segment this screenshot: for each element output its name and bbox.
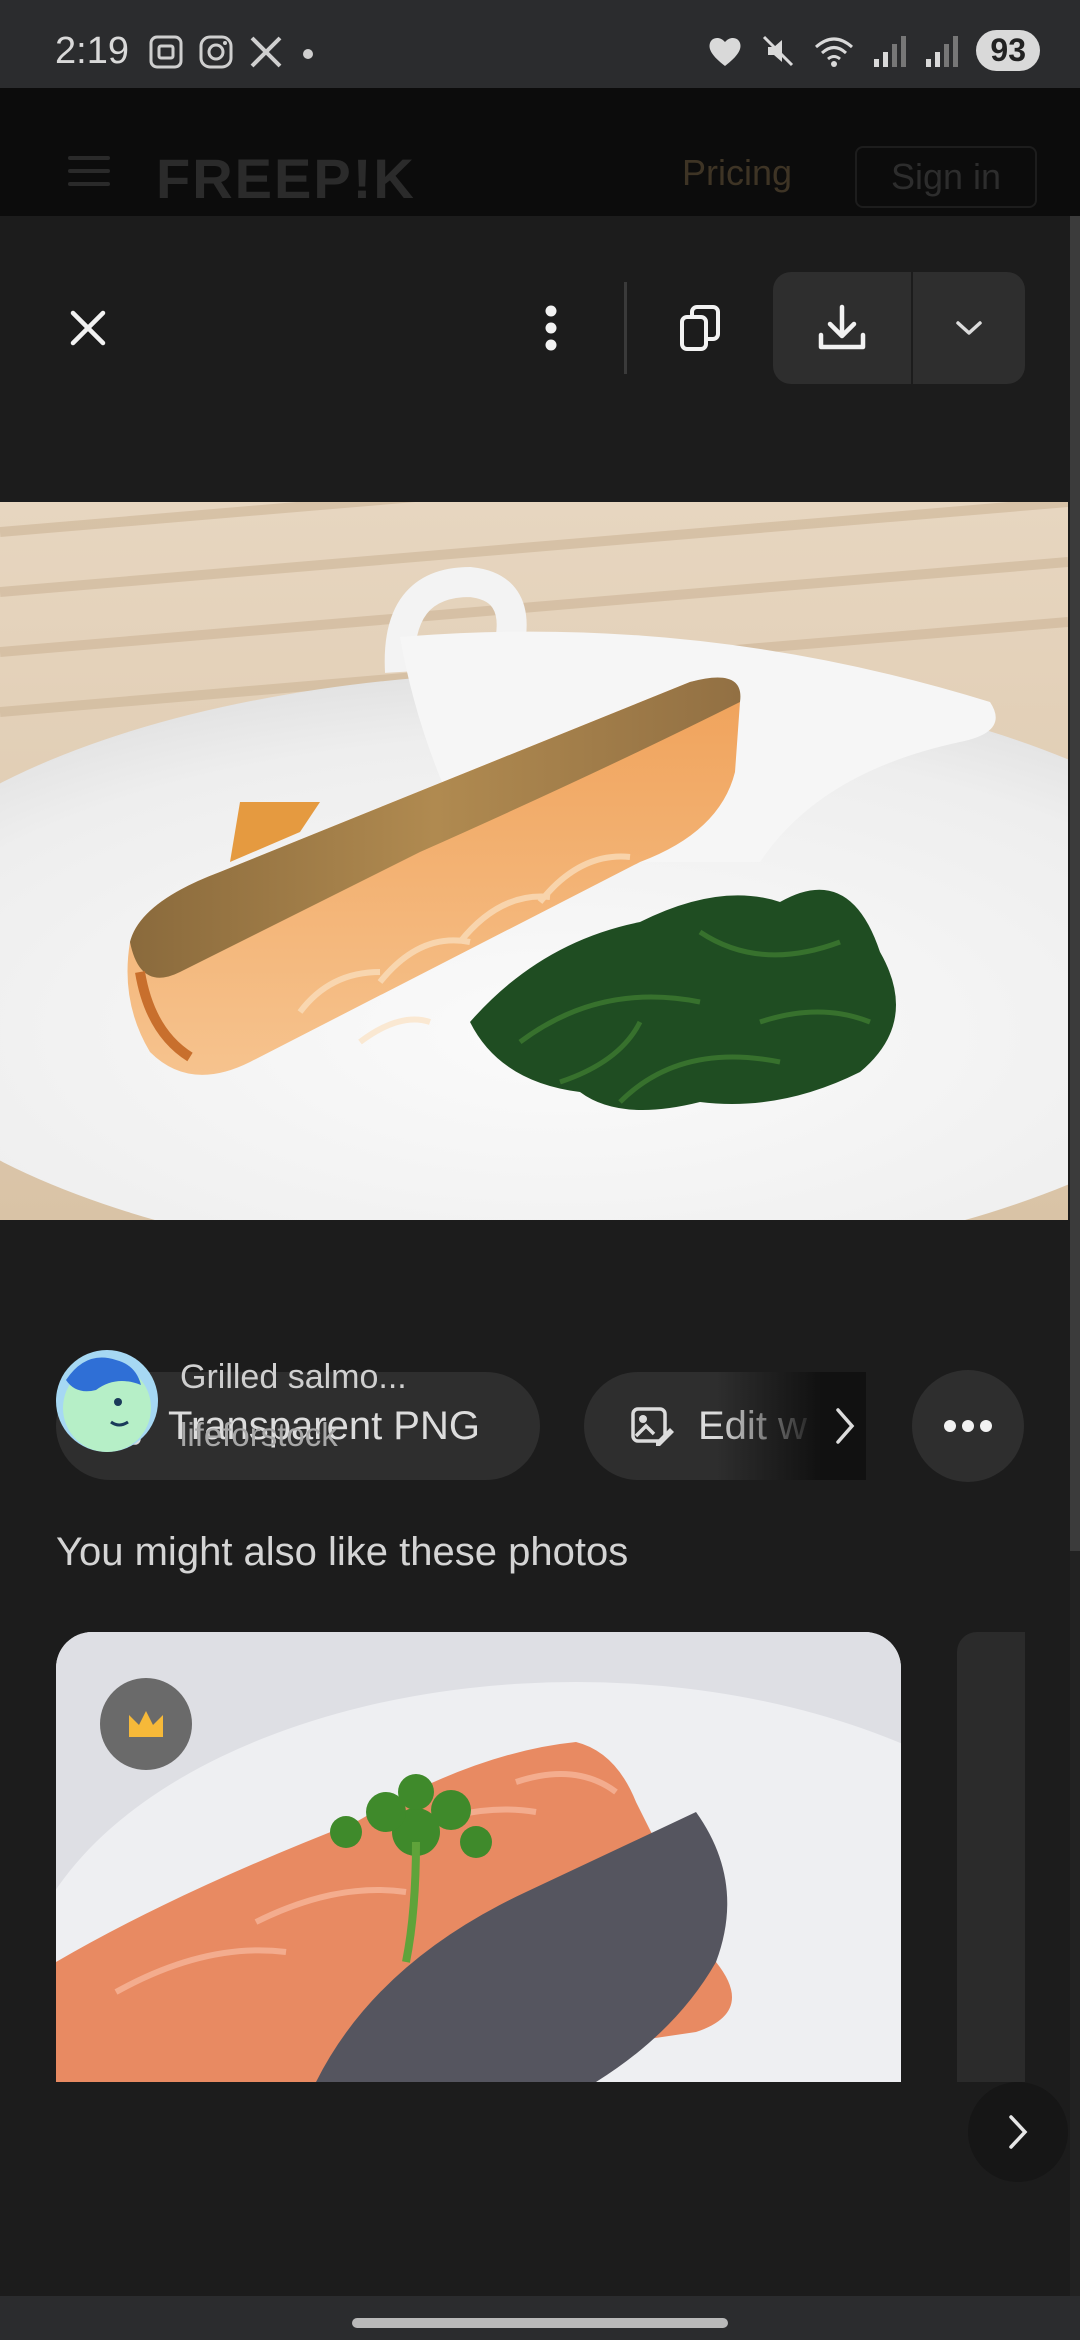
more-horizontal-icon: [944, 1420, 992, 1432]
close-icon: [70, 310, 106, 346]
avatar-illustration: [56, 1350, 158, 1452]
asset-title[interactable]: Grilled salmo...: [180, 1358, 407, 1397]
wifi-icon: [815, 37, 854, 67]
battery-level: 93: [990, 32, 1026, 68]
copy-icon: [680, 305, 720, 351]
modal-scrollbar[interactable]: [1070, 216, 1080, 2296]
copy-button[interactable]: [660, 282, 740, 374]
download-options-button[interactable]: [913, 272, 1025, 384]
site-header: FREEP!K Pricing Sign in: [0, 88, 1080, 216]
chevron-right-icon[interactable]: [834, 1406, 856, 1446]
pricing-link: Pricing: [682, 152, 793, 193]
author-avatar[interactable]: [56, 1350, 158, 1452]
sign-in-button: Sign in: [855, 146, 1037, 208]
crown-icon: [129, 1711, 163, 1737]
author-name[interactable]: lifeforstock: [180, 1416, 338, 1454]
premium-badge: [100, 1678, 192, 1770]
chevron-right-icon: [1009, 2115, 1028, 2149]
dot-icon: [303, 49, 313, 59]
navigation-bar: [0, 2296, 1080, 2340]
toolbar-divider: [624, 282, 627, 374]
grilled-salmon-photo: [0, 502, 1068, 1220]
download-icon: [818, 304, 866, 350]
x-app-icon: [250, 36, 282, 68]
chevron-down-icon: [956, 321, 982, 335]
mute-icon: [763, 35, 794, 66]
heart-icon: [709, 37, 741, 66]
instagram-icon: [199, 35, 233, 69]
close-button[interactable]: [48, 286, 128, 370]
image-viewer-modal: Transparent PNG Edit w Grilled salmo... …: [0, 216, 1070, 2296]
status-system-icons: 93: [706, 30, 1040, 71]
status-time: 2:19: [55, 30, 129, 72]
related-photo-card-2[interactable]: [957, 1632, 1025, 2082]
download-button[interactable]: [773, 272, 911, 384]
scrollbar-thumb[interactable]: [1070, 216, 1080, 1551]
more-vertical-icon: [545, 305, 557, 351]
signal-icon-2: [926, 35, 959, 67]
carousel-next-button[interactable]: [968, 2082, 1068, 2182]
edit-with-button[interactable]: Edit w: [584, 1372, 866, 1480]
related-heading: You might also like these photos: [56, 1530, 629, 1574]
more-actions-button[interactable]: [912, 1370, 1024, 1482]
main-photo: [0, 502, 1068, 1220]
status-bar: 2:19 93: [0, 0, 1080, 88]
battery-indicator: 93: [976, 30, 1040, 71]
freepik-logo: FREEP!K: [156, 147, 416, 210]
hamburger-menu-icon: [68, 156, 110, 186]
screenshot-icon: [149, 35, 183, 69]
home-gesture-handle[interactable]: [352, 2318, 728, 2328]
download-button-group: [773, 272, 1025, 384]
status-notification-icons: [148, 34, 318, 70]
image-edit-icon: [631, 1407, 674, 1446]
more-options-button[interactable]: [520, 286, 582, 370]
signal-icon: [874, 35, 907, 67]
